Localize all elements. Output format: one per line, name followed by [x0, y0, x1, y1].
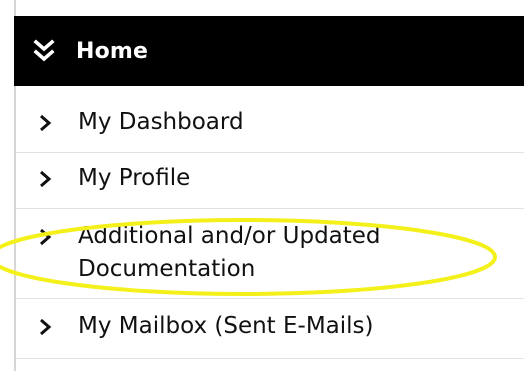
sidebar-item-my-dashboard[interactable]: My Dashboard [16, 106, 524, 146]
chevron-right-icon [38, 225, 54, 249]
sidebar-nav: Home My Dashboard My Profile Additional … [14, 0, 524, 371]
sidebar-item-label: My Mailbox (Sent E-Mails) [78, 313, 374, 339]
double-chevron-down-icon [32, 36, 56, 66]
sidebar-item-my-profile[interactable]: My Profile [16, 162, 524, 202]
nav-divider [16, 152, 524, 153]
sidebar-item-label: My Profile [78, 165, 191, 191]
chevron-right-icon [38, 315, 54, 339]
sidebar-item-label: Additional and/or Updated Documentation [78, 223, 381, 282]
sidebar-item-my-mailbox[interactable]: My Mailbox (Sent E-Mails) [16, 310, 524, 350]
sidebar-item-label: My Dashboard [78, 109, 244, 135]
nav-divider [16, 358, 524, 359]
chevron-right-icon [38, 111, 54, 135]
chevron-right-icon [38, 167, 54, 191]
sidebar-item-additional-documentation[interactable]: Additional and/or Updated Documentation [16, 220, 524, 290]
nav-header-label: Home [76, 38, 149, 64]
nav-header-home[interactable]: Home [14, 16, 524, 86]
nav-divider [16, 298, 524, 299]
nav-divider [16, 208, 524, 209]
